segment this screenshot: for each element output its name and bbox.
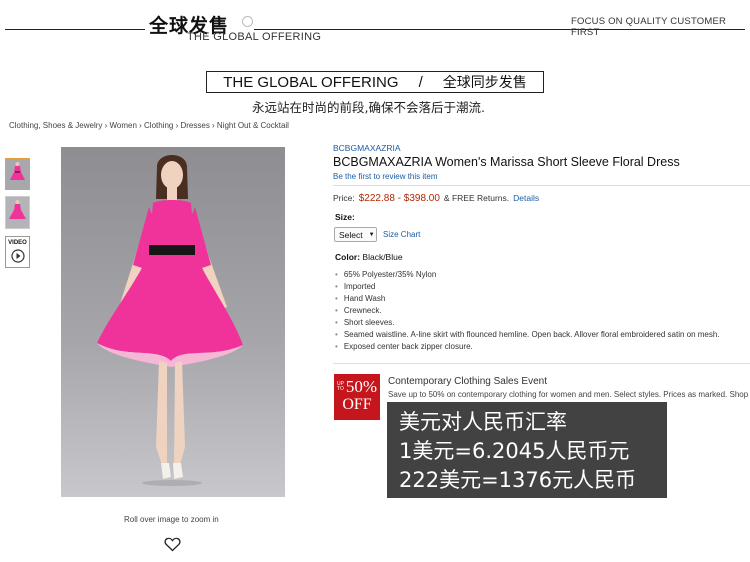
video-thumbnail[interactable]: VIDEO — [5, 236, 30, 268]
details-link[interactable]: Details — [513, 193, 539, 203]
thumbnail-2[interactable] — [5, 196, 30, 229]
title-divider — [333, 185, 750, 186]
zoom-hint: Roll over image to zoom in — [124, 515, 219, 524]
size-chart-link[interactable]: Size Chart — [383, 230, 420, 239]
feature-list: 65% Polyester/35% Nylon Imported Hand Wa… — [335, 269, 745, 353]
color-label: Color: — [335, 252, 361, 262]
play-icon — [11, 249, 25, 263]
product-main-image[interactable] — [61, 147, 285, 497]
size-select-value: Select — [339, 229, 363, 240]
header-dot-icon — [242, 16, 253, 27]
price-label: Price: — [333, 193, 355, 203]
chevron-down-icon: ▼ — [368, 231, 375, 238]
exchange-rate-line: 222美元=1376元人民币 — [399, 468, 637, 492]
breadcrumb[interactable]: Clothing, Shoes & Jewelry › Women › Clot… — [9, 121, 289, 130]
header-title-en: THE GLOBAL OFFERING — [187, 31, 322, 43]
shipping-text: & FREE Returns. — [443, 193, 510, 203]
header-rule-left — [5, 29, 145, 30]
promo-description: Save up to 50% on contemporary clothing … — [388, 390, 749, 399]
video-label: VIDEO — [8, 240, 27, 246]
header-slogan: FOCUS ON QUALITY CUSTOMER FIRST — [571, 16, 727, 38]
heart-icon[interactable] — [164, 537, 181, 557]
size-select[interactable]: Select ▼ — [334, 227, 377, 242]
dress-thumb-icon — [6, 197, 29, 228]
promo-title[interactable]: Contemporary Clothing Sales Event — [388, 376, 547, 387]
feature-item: Exposed center back zipper closure. — [335, 341, 745, 353]
price-range: $222.88 - $398.00 — [358, 193, 440, 204]
feature-divider — [333, 363, 750, 364]
price-row: Price: $222.88 - $398.00 & FREE Returns.… — [333, 193, 539, 204]
dress-thumb-icon — [6, 159, 29, 189]
banner-en: THE GLOBAL OFFERING — [223, 73, 399, 91]
feature-item: Imported — [335, 281, 745, 293]
banner-separator: / — [418, 73, 423, 91]
feature-item: Seamed waistline. A-line skirt with flou… — [335, 329, 745, 341]
exchange-rate-overlay: 美元对人民币汇率 1美元=6.2045人民币元 222美元=1376元人民币 — [387, 402, 667, 498]
feature-item: Short sleeves. — [335, 317, 745, 329]
brand-link[interactable]: BCBGMAXAZRIA — [333, 143, 401, 153]
feature-item: 65% Polyester/35% Nylon — [335, 269, 745, 281]
color-row: Color: Black/Blue — [335, 252, 403, 262]
sale-badge[interactable]: UP TO 50% OFF — [334, 374, 380, 420]
product-title: BCBGMAXAZRIA Women's Marissa Short Sleev… — [333, 155, 680, 169]
banner-tagline: 永远站在时尚的前段,确保不会落后于潮流. — [252, 100, 485, 115]
feature-item: Hand Wash — [335, 293, 745, 305]
feature-item: Crewneck. — [335, 305, 745, 317]
wishlist-heart-icon — [164, 537, 181, 552]
global-offering-banner: THE GLOBAL OFFERING / 全球同步发售 — [206, 71, 544, 93]
exchange-rate-line: 1美元=6.2045人民币元 — [399, 439, 630, 463]
thumbnail-1[interactable] — [5, 158, 30, 190]
exchange-rate-title: 美元对人民币汇率 — [399, 410, 567, 434]
sale-badge-percent: 50% — [345, 377, 378, 396]
size-label: Size: — [335, 212, 355, 222]
sale-badge-off: OFF — [342, 396, 372, 413]
sale-badge-upto: UP TO — [337, 381, 344, 392]
dress-model-image — [97, 155, 243, 486]
color-value: Black/Blue — [362, 252, 403, 262]
banner-cn: 全球同步发售 — [442, 75, 527, 91]
review-link[interactable]: Be the first to review this item — [333, 172, 437, 181]
